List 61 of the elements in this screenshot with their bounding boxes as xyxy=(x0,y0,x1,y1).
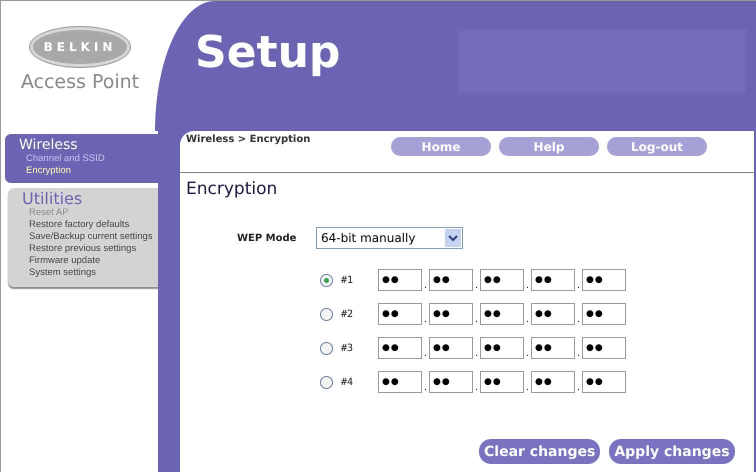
separator: . xyxy=(576,281,581,291)
product-name: Access Point xyxy=(20,71,140,93)
sidebar-item[interactable]: Save/Backup current settings xyxy=(22,231,159,243)
separator: . xyxy=(525,349,530,359)
caret-icon xyxy=(445,229,461,247)
input-field[interactable]: ●● xyxy=(480,337,524,359)
key-label: #4 xyxy=(341,376,354,388)
action-button[interactable]: Clear changes xyxy=(479,439,600,464)
separator: . xyxy=(423,315,428,325)
separator: . xyxy=(576,315,581,325)
radio-button[interactable] xyxy=(320,274,333,286)
input-field[interactable]: ●● xyxy=(531,269,575,291)
input-field[interactable]: ●● xyxy=(429,371,473,393)
input-field[interactable]: ●● xyxy=(429,337,473,359)
separator: . xyxy=(525,281,530,291)
separator: . xyxy=(474,315,479,325)
separator: . xyxy=(423,383,428,393)
input-field[interactable]: ●● xyxy=(582,303,626,325)
wep-mode-dropdown[interactable]: 64-bit manually xyxy=(316,227,463,249)
radio-button[interactable] xyxy=(320,376,333,388)
sidebar-item[interactable]: Restore factory defaults xyxy=(22,219,159,231)
input-field[interactable]: ●● xyxy=(582,371,626,393)
section-heading: Encryption xyxy=(186,179,278,199)
sidebar-item[interactable]: Encryption xyxy=(19,165,159,177)
input-field[interactable]: ●● xyxy=(531,303,575,325)
sidebar-item[interactable]: System settings xyxy=(22,267,159,279)
action-button[interactable]: Apply changes xyxy=(609,439,735,464)
input-field[interactable]: ●● xyxy=(378,269,422,291)
separator: . xyxy=(423,281,428,291)
separator: . xyxy=(474,281,479,291)
sidebar-item[interactable]: Firmware update xyxy=(22,255,159,267)
separator: . xyxy=(525,315,530,325)
key-label: #2 xyxy=(341,308,354,320)
input-field[interactable]: ●● xyxy=(429,303,473,325)
brand-logo: BELKIN xyxy=(30,27,130,67)
input-field[interactable]: ●● xyxy=(378,303,422,325)
input-field[interactable]: ●● xyxy=(378,371,422,393)
input-field[interactable]: ●● xyxy=(582,337,626,359)
page-header-title: Setup xyxy=(195,31,340,75)
radio-button[interactable] xyxy=(320,308,333,320)
separator: . xyxy=(423,349,428,359)
input-field[interactable]: ●● xyxy=(531,337,575,359)
input-field[interactable]: ●● xyxy=(480,303,524,325)
separator: . xyxy=(474,383,479,393)
input-field[interactable]: ●● xyxy=(429,269,473,291)
input-field[interactable]: ●● xyxy=(480,371,524,393)
input-field[interactable]: ●● xyxy=(531,371,575,393)
input-field[interactable]: ●● xyxy=(582,269,626,291)
separator: . xyxy=(576,349,581,359)
input-field[interactable]: ●● xyxy=(378,337,422,359)
separator: . xyxy=(474,349,479,359)
key-label: #1 xyxy=(341,274,354,286)
separator: . xyxy=(576,383,581,393)
separator: . xyxy=(525,383,530,393)
breadcrumb: Wireless > Encryption xyxy=(186,134,312,145)
field-label: WEP Mode xyxy=(237,232,298,244)
input-field[interactable]: ●● xyxy=(480,269,524,291)
sidebar-item[interactable]: Restore previous settings xyxy=(22,243,159,255)
radio-button[interactable] xyxy=(320,342,333,354)
key-label: #3 xyxy=(341,342,354,354)
section-title[interactable]: Wireless xyxy=(19,137,159,153)
